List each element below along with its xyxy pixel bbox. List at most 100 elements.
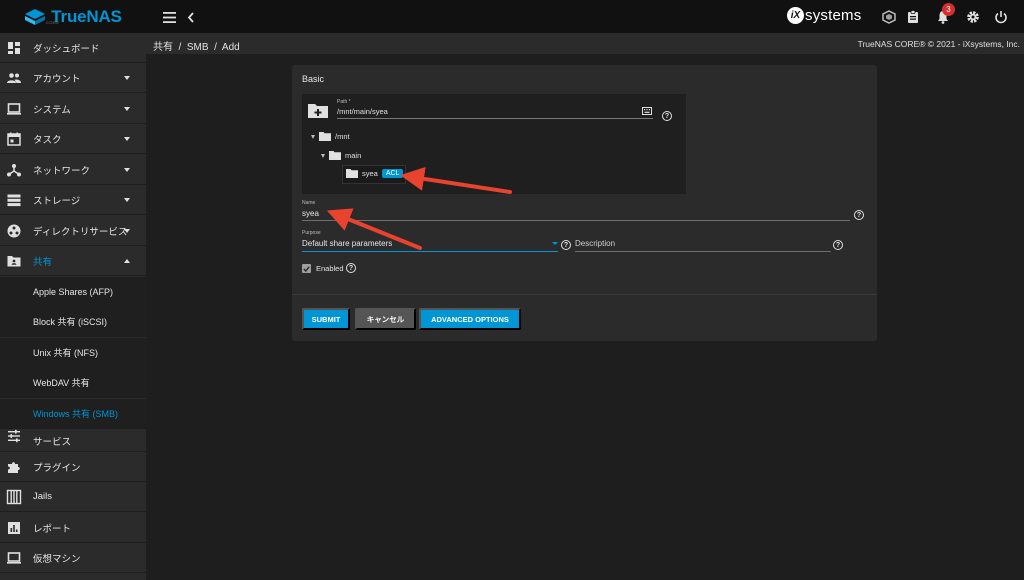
- smb-add-form-card: Basic Path * /mnt/main/syea ? /mnt main …: [292, 65, 877, 341]
- folder-icon: [319, 132, 331, 141]
- sidebar-item-system[interactable]: システム: [0, 94, 146, 124]
- acl-badge: ACL: [381, 169, 404, 178]
- truecommand-icon[interactable]: [878, 6, 900, 28]
- sidebar-item-dashboard[interactable]: ダッシュボード: [0, 33, 146, 63]
- sidebar-item-accounts[interactable]: アカウント: [0, 63, 146, 93]
- chevron-down-icon: [124, 137, 130, 141]
- advanced-options-button[interactable]: ADVANCED OPTIONS: [419, 308, 521, 330]
- gear-icon[interactable]: [962, 6, 984, 28]
- chevron-down-icon: [124, 76, 130, 80]
- ix-logo-text: systems: [805, 7, 862, 24]
- sidebar-item-jails[interactable]: Jails: [0, 482, 146, 512]
- sidebar-subitem-iscsi[interactable]: Block 共有 (iSCSI): [0, 307, 146, 337]
- sidebar: ダッシュボード アカウント システム タスク ネットワーク ストレージ ディレク…: [0, 33, 146, 580]
- sidebar-item-plugins[interactable]: プラグイン: [0, 452, 146, 482]
- sidebar-item-storage[interactable]: ストレージ: [0, 185, 146, 215]
- people-icon: [7, 73, 21, 83]
- enabled-label: Enabled: [316, 264, 344, 273]
- computer-icon: [7, 552, 21, 564]
- copyright-text: TrueNAS CORE® © 2021 - iXsystems, Inc.: [857, 39, 1020, 49]
- sidebar-item-reports[interactable]: レポート: [0, 513, 146, 543]
- sidebar-item-label: Jails: [33, 491, 53, 502]
- path-label: Path *: [337, 99, 351, 105]
- menu-icon[interactable]: [158, 6, 180, 28]
- sidebar-item-directory-services[interactable]: ディレクトリサービス: [0, 216, 146, 246]
- share-folder-icon: [7, 256, 21, 267]
- expand-triangle-icon: [311, 134, 315, 139]
- sidebar-item-tasks[interactable]: タスク: [0, 124, 146, 154]
- sidebar-item-services[interactable]: サービス: [0, 420, 146, 452]
- ixsystems-logo: iX systems: [787, 7, 861, 24]
- chevron-down-icon: [124, 229, 130, 233]
- sidebar-item-network[interactable]: ネットワーク: [0, 155, 146, 185]
- brand-name: TrueNAS: [51, 6, 122, 26]
- keyboard-icon[interactable]: [642, 107, 652, 115]
- breadcrumb-bar: 共有 / SMB / Add TrueNAS CORE® © 2021 - iX…: [146, 33, 1024, 54]
- sidebar-item-label: サービス: [33, 437, 72, 448]
- path-input[interactable]: /mnt/main/syea: [337, 107, 388, 116]
- chevron-down-icon: [124, 107, 130, 111]
- power-icon[interactable]: [990, 6, 1012, 28]
- name-label: Name: [302, 200, 316, 206]
- top-bar: TrueNAS CORE iX systems 3: [0, 0, 1024, 33]
- clipboard-icon[interactable]: [902, 6, 924, 28]
- network-icon: [7, 164, 21, 177]
- enabled-help-icon[interactable]: ?: [346, 263, 356, 273]
- sidebar-subitem-webdav[interactable]: WebDAV 共有: [0, 368, 146, 398]
- laptop-icon: [7, 103, 21, 115]
- chevron-down-icon: [124, 168, 130, 172]
- check-icon: [303, 265, 310, 272]
- sidebar-item-label: Windows 共有 (SMB): [33, 409, 119, 419]
- sidebar-item-label: ディレクトリサービス: [33, 226, 128, 238]
- description-input-underline: [575, 251, 831, 252]
- sidebar-item-label: Apple Shares (AFP): [33, 286, 114, 297]
- tree-node-label: /mnt: [335, 132, 350, 141]
- chevron-left-icon[interactable]: [180, 6, 202, 28]
- sidebar-item-label: 共有: [33, 256, 53, 268]
- ix-logo-mark: iX: [787, 7, 804, 24]
- sidebar-subitem-afp[interactable]: Apple Shares (AFP): [0, 277, 146, 307]
- dropdown-arrow-icon[interactable]: [552, 242, 558, 245]
- path-help-icon[interactable]: ?: [662, 111, 672, 121]
- enabled-checkbox[interactable]: [302, 264, 311, 273]
- dashboard-icon: [8, 42, 20, 54]
- tree-node-main[interactable]: main: [321, 151, 361, 160]
- folder-icon: [329, 151, 341, 160]
- cancel-button[interactable]: キャンセル: [355, 308, 416, 330]
- description-help-icon[interactable]: ?: [833, 240, 843, 250]
- chevron-down-icon: [124, 198, 130, 202]
- brand-logo[interactable]: TrueNAS CORE: [0, 0, 146, 33]
- description-input[interactable]: Description: [575, 239, 615, 248]
- breadcrumb[interactable]: 共有 / SMB / Add: [153, 38, 240, 53]
- puzzle-icon: [8, 462, 20, 473]
- name-help-icon[interactable]: ?: [854, 210, 864, 220]
- brand-sub: CORE: [46, 20, 60, 25]
- name-input[interactable]: syea: [302, 209, 319, 218]
- tune-icon: [8, 429, 20, 443]
- directory-icon: [7, 224, 21, 238]
- sidebar-item-label: ストレージ: [33, 195, 81, 207]
- sidebar-item-label: プラグイン: [33, 462, 81, 474]
- sidebar-item-label: 仮想マシン: [33, 553, 81, 565]
- sidebar-item-label: Block 共有 (iSCSI): [33, 317, 108, 327]
- tree-node-label: main: [345, 151, 362, 160]
- sidebar-item-label: アカウント: [33, 73, 81, 85]
- tree-node-label: syea: [362, 169, 378, 178]
- form-divider: [292, 294, 877, 295]
- tree-node-mnt[interactable]: /mnt: [311, 132, 350, 141]
- add-folder-icon[interactable]: [308, 103, 328, 118]
- purpose-select-underline: [302, 251, 558, 252]
- truenas-logo-icon: [25, 8, 46, 25]
- sidebar-item-label: システム: [33, 104, 71, 116]
- submit-button[interactable]: SUBMIT: [302, 308, 350, 330]
- purpose-help-icon[interactable]: ?: [561, 240, 571, 250]
- tree-node-syea-content: syea ACL: [346, 169, 404, 178]
- name-input-underline: [302, 220, 850, 221]
- sidebar-item-vms[interactable]: 仮想マシン: [0, 543, 146, 573]
- calendar-icon: [7, 132, 21, 146]
- sidebar-item-sharing[interactable]: 共有: [0, 246, 146, 276]
- section-title: Basic: [302, 74, 325, 84]
- purpose-label: Purpose: [302, 230, 321, 236]
- purpose-select[interactable]: Default share parameters: [302, 239, 392, 248]
- sidebar-subitem-nfs[interactable]: Unix 共有 (NFS): [0, 338, 146, 368]
